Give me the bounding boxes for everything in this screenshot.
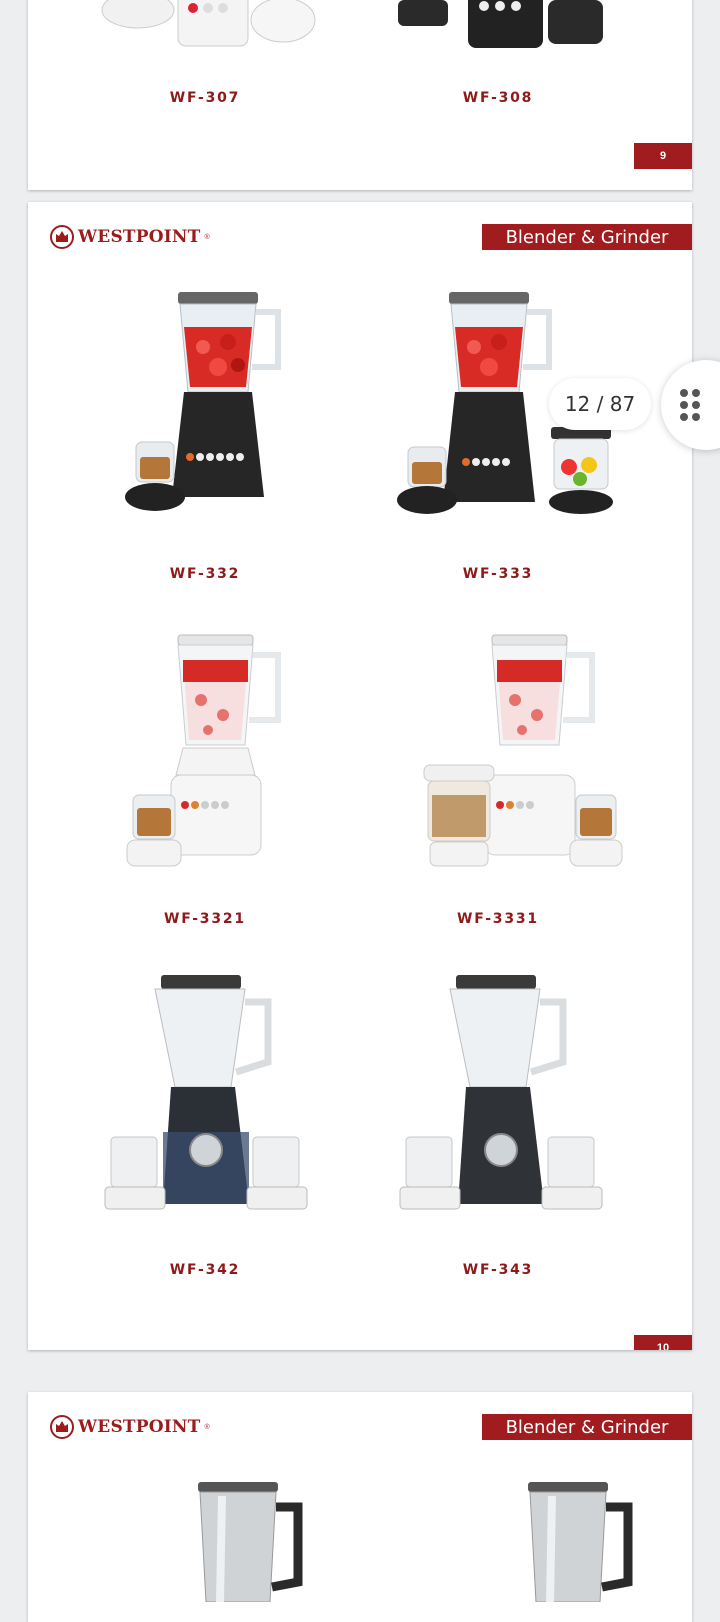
category-banner: Blender & Grinder	[482, 1414, 692, 1440]
product-image-wf-343	[399, 975, 603, 1210]
product-image-wf-3321	[126, 634, 281, 867]
product-image-steel-blender	[528, 1482, 633, 1602]
model-label: WF-3321	[164, 911, 246, 927]
page-number-badge: 9	[634, 143, 692, 169]
page-number-badge: 10	[634, 1335, 692, 1350]
product-image-steel-blender	[198, 1482, 303, 1602]
model-label: WF-343	[462, 1262, 534, 1278]
model-label: WF-3331	[457, 911, 539, 927]
westpoint-crest-icon	[50, 1415, 74, 1439]
product-image-wf-332	[125, 292, 281, 511]
page-counter: 12 / 87	[549, 378, 651, 430]
westpoint-crest-icon	[50, 225, 74, 249]
catalog-page-prev: WF-307 WF-308 9	[28, 0, 692, 190]
model-label: WF-308	[462, 90, 534, 106]
product-image-wf-342	[104, 975, 308, 1210]
catalog-page-next: WESTPOINT ® Blender & Grinder	[28, 1392, 692, 1622]
product-image-wf-308	[398, 0, 603, 48]
catalog-page-main: WESTPOINT ® Blender & Grinder WF-332 WF-3…	[28, 202, 692, 1350]
product-image-wf-307	[101, 0, 316, 47]
brand-logo: WESTPOINT ®	[50, 1414, 210, 1440]
grip-dots-icon	[680, 389, 700, 421]
brand-name: WESTPOINT	[78, 1417, 201, 1437]
model-label: WF-332	[169, 566, 241, 582]
brand-name: WESTPOINT	[78, 227, 201, 247]
category-banner: Blender & Grinder	[482, 224, 692, 250]
model-label: WF-307	[169, 90, 241, 106]
model-label: WF-342	[169, 1262, 241, 1278]
model-label: WF-333	[462, 566, 534, 582]
product-image-wf-3331	[423, 634, 623, 867]
brand-logo: WESTPOINT ®	[50, 224, 210, 250]
